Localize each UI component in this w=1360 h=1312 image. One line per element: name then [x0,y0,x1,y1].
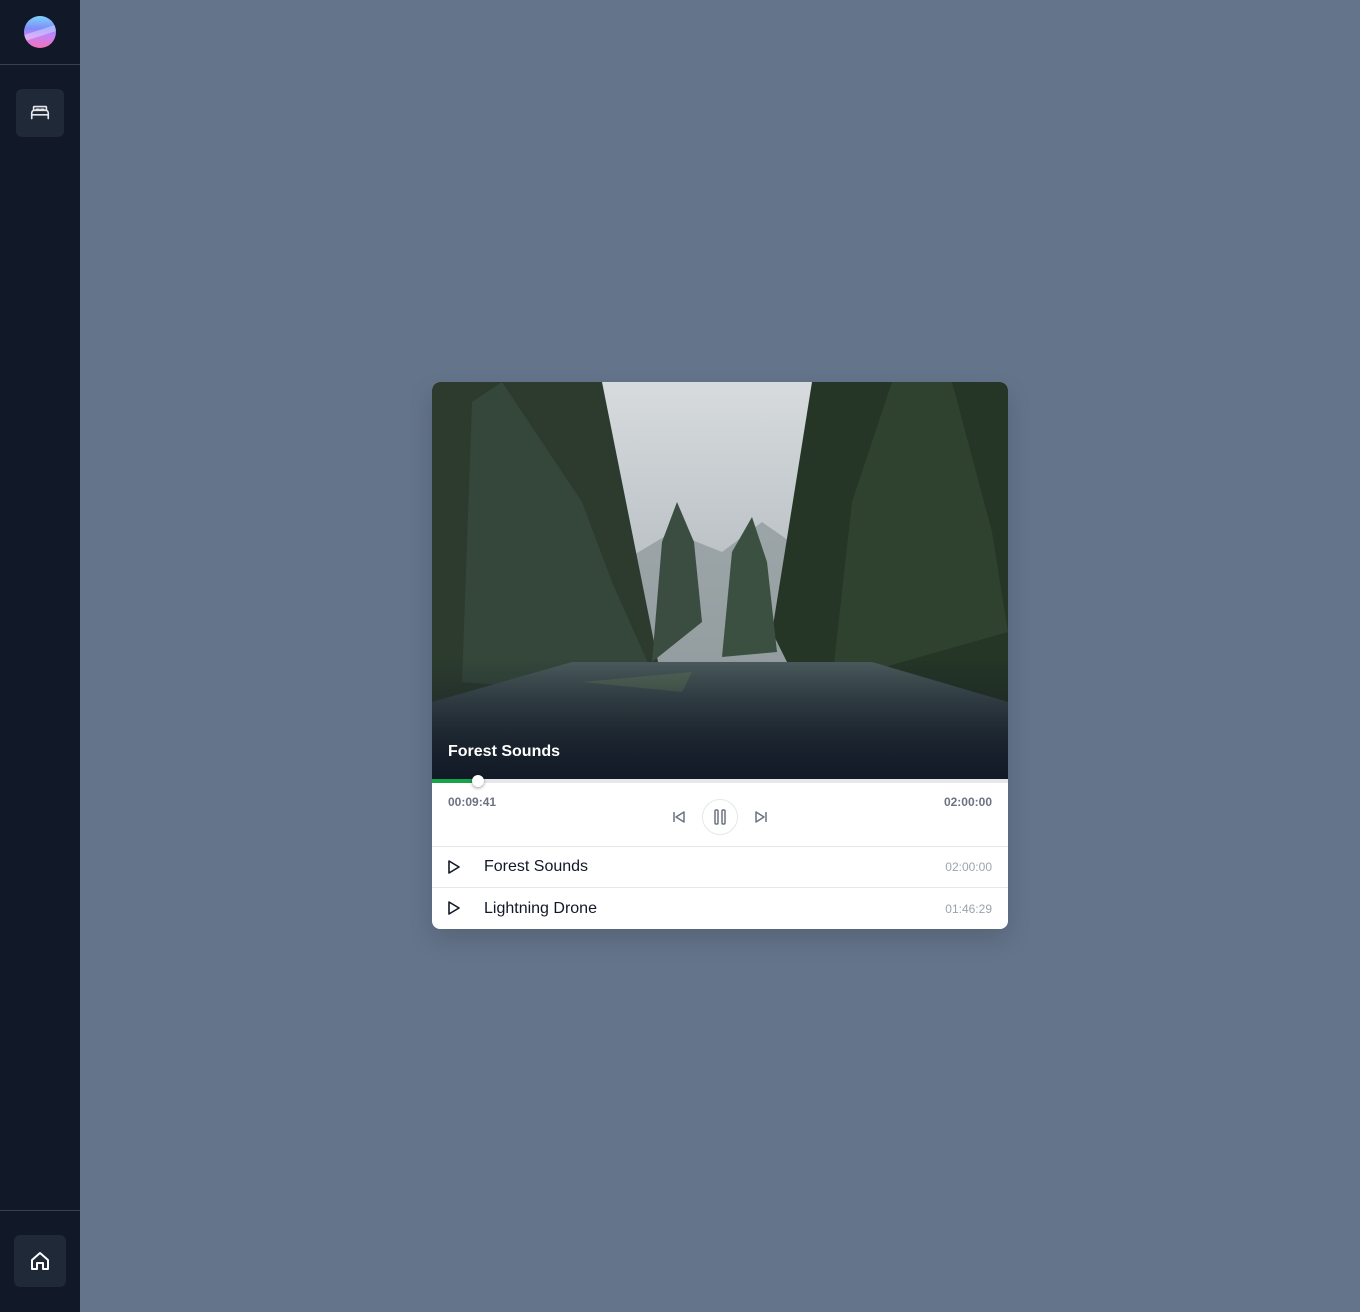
now-playing-title: Forest Sounds [448,743,561,760]
previous-button[interactable] [666,804,692,830]
artwork-image: Forest Sounds [432,382,1008,779]
sidebar [0,0,80,1312]
player-controls: 00:09:41 02:00:00 [432,783,1008,847]
sidebar-footer [0,1210,80,1312]
track-duration: 02:00:00 [945,860,992,874]
next-button[interactable] [748,804,774,830]
sidebar-item-sleep[interactable] [16,89,64,137]
play-button[interactable] [444,898,464,918]
playlist: Forest Sounds 02:00:00 Lightning Drone 0… [432,847,1008,929]
artwork-shade [432,659,1008,779]
pause-button[interactable] [702,799,738,835]
logo-area [0,0,80,65]
pause-icon [714,809,726,825]
skip-forward-icon [755,811,767,823]
track-duration: 01:46:29 [945,901,992,916]
playlist-item[interactable]: Forest Sounds 02:00:00 [432,847,1008,888]
play-icon [448,901,460,915]
bed-icon [30,105,50,120]
skip-back-icon [673,811,685,823]
app-logo[interactable] [24,16,56,48]
track-title: Forest Sounds [484,858,589,875]
play-button[interactable] [444,857,464,877]
playlist-item[interactable]: Lightning Drone 01:46:29 [432,888,1008,929]
track-title: Lightning Drone [484,899,597,917]
audio-player-card: Forest Sounds 00:09:41 02:00:00 Forest S… [432,382,1008,929]
play-icon [448,860,460,874]
home-button[interactable] [14,1235,66,1287]
transport-buttons [432,799,1008,835]
home-icon [31,1252,49,1270]
